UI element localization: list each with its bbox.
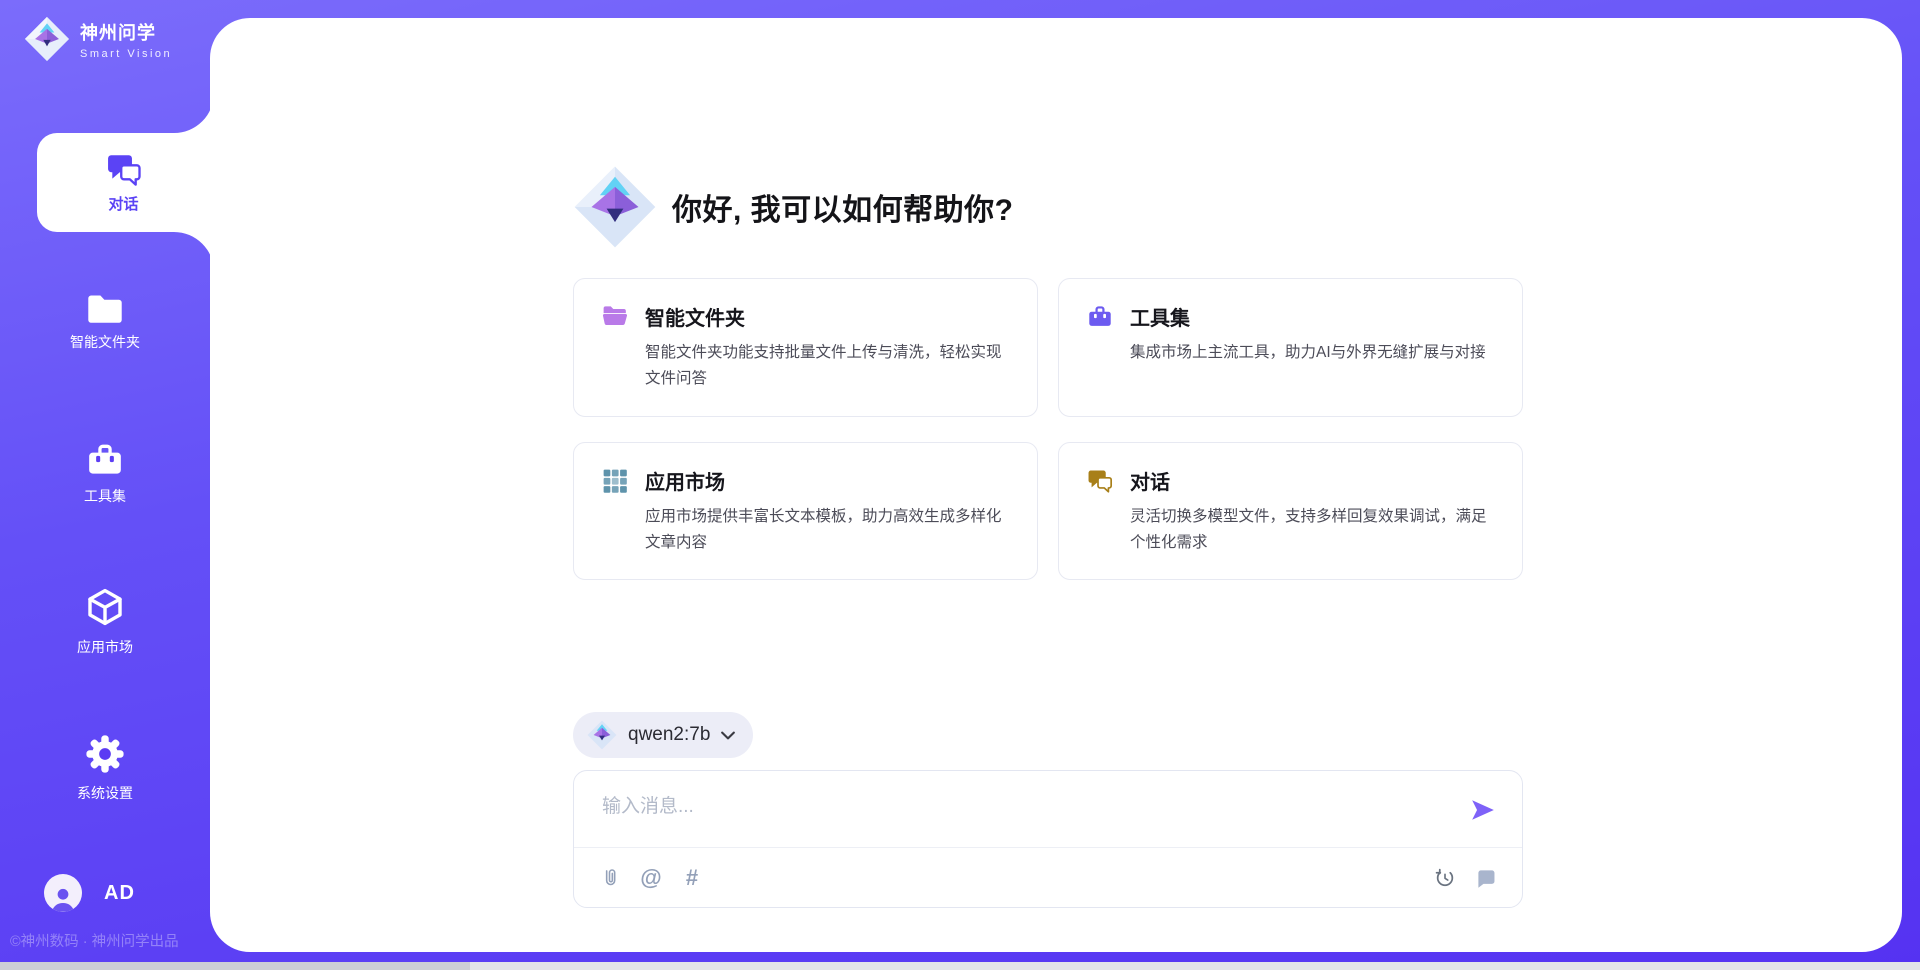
feature-cards: 智能文件夹 智能文件夹功能支持批量文件上传与清洗，轻松实现文件问答 工具集 集成… [573,278,1523,580]
model-selector[interactable]: qwen2:7b [573,712,753,758]
card-description: 灵活切换多模型文件，支持多样回复效果调试，满足个性化需求 [1130,504,1494,557]
sidebar-item-toolset[interactable]: 工具集 [0,441,210,506]
brand-logo-icon [24,16,70,62]
gear-icon [85,734,125,774]
user-initials: AD [104,882,135,905]
feedback-button[interactable] [1474,866,1498,890]
card-title: 应用市场 [645,466,1009,495]
briefcase-icon [86,441,124,477]
main-panel: 你好, 我可以如何帮助你? 智能文件夹 智能文件夹功能支持批量文件上传与清洗，轻… [210,18,1902,952]
cube-icon [85,586,125,628]
card-title: 智能文件夹 [645,302,1009,331]
toolbox-icon [1087,304,1113,328]
sidebar-item-settings[interactable]: 系统设置 [0,734,210,803]
attach-button[interactable] [598,866,622,890]
folder-icon [87,293,123,323]
copyright-text: ©神州数码 · 神州问学出品 [10,930,179,951]
avatar-person-icon [48,884,78,912]
greeting-title: 你好, 我可以如何帮助你? [672,185,1014,229]
history-icon [1434,867,1456,889]
card-title: 工具集 [1130,302,1486,331]
chevron-down-icon [721,731,735,740]
hashtag-button[interactable]: # [680,866,704,890]
paperclip-icon [600,866,620,890]
bottom-edge-strip-left [0,962,470,970]
card-description: 智能文件夹功能支持批量文件上传与清洗，轻松实现文件问答 [645,340,1009,393]
composer: @ # [573,770,1523,908]
card-description: 应用市场提供丰富长文本模板，助力高效生成多样化文章内容 [645,504,1009,557]
greeting-logo-icon [573,165,657,249]
model-name: qwen2:7b [628,724,710,746]
chat-bubble-icon [1475,867,1497,889]
mention-icon: @ [640,865,661,891]
card-title: 对话 [1130,466,1494,495]
user-row[interactable]: AD [44,874,135,912]
send-icon [1470,797,1496,823]
greeting: 你好, 我可以如何帮助你? [573,165,1014,249]
chat-bubbles-icon [1087,468,1113,493]
sidebar-item-label: 智能文件夹 [70,332,140,352]
brand-name: 神州问学 [80,19,172,45]
sidebar-item-label: 系统设置 [77,783,133,803]
chat-bubbles-icon [105,152,143,186]
sidebar-item-label: 对话 [108,193,138,214]
sidebar-item-label: 应用市场 [77,637,133,657]
sidebar-item-smart-folder[interactable]: 智能文件夹 [0,293,210,352]
sidebar-item-label: 工具集 [84,486,126,506]
card-toolset[interactable]: 工具集 集成市场上主流工具，助力AI与外界无缝扩展与对接 [1058,278,1523,417]
brand-subtitle: Smart Vision [80,48,172,60]
send-button[interactable] [1470,797,1498,825]
app-grid-icon [602,468,628,494]
folder-open-icon [602,304,628,328]
card-chat[interactable]: 对话 灵活切换多模型文件，支持多样回复效果调试，满足个性化需求 [1058,442,1523,581]
history-button[interactable] [1433,866,1457,890]
sidebar-item-app-market[interactable]: 应用市场 [0,586,210,657]
model-logo-icon [587,720,617,750]
sidebar-item-chat[interactable]: 对话 [37,133,210,232]
mention-button[interactable]: @ [639,866,663,890]
user-avatar [44,874,82,912]
card-smart-folder[interactable]: 智能文件夹 智能文件夹功能支持批量文件上传与清洗，轻松实现文件问答 [573,278,1038,417]
message-input[interactable] [574,771,1522,843]
hashtag-icon: # [686,865,698,891]
card-app-market[interactable]: 应用市场 应用市场提供丰富长文本模板，助力高效生成多样化文章内容 [573,442,1038,581]
bottom-edge-strip [0,962,1920,970]
card-description: 集成市场上主流工具，助力AI与外界无缝扩展与对接 [1130,340,1486,366]
brand: 神州问学 Smart Vision [24,16,172,62]
